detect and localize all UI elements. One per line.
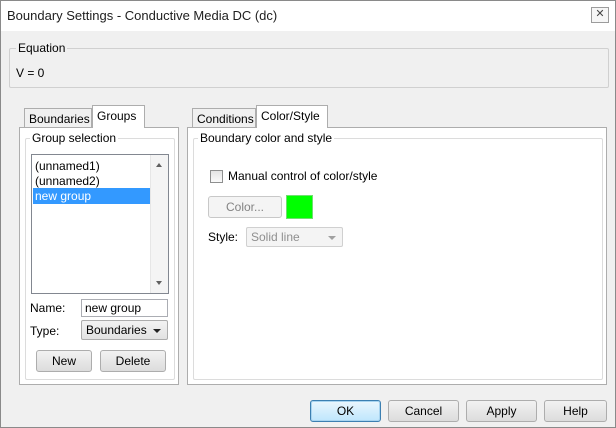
boundary-color-style-legend: Boundary color and style [198,131,335,145]
tab-groups[interactable]: Groups [92,105,145,128]
color-style-panel: Boundary color and style Manual control … [187,127,607,385]
type-select-value: Boundaries [86,323,147,337]
close-icon[interactable]: ✕ [591,7,609,23]
tab-color-style-label: Color/Style [261,109,320,123]
type-label: Type: [30,324,60,338]
delete-button[interactable]: Delete [100,350,166,372]
list-scrollbar[interactable] [150,155,168,293]
chevron-down-icon [153,329,161,333]
cancel-button[interactable]: Cancel [388,400,459,422]
manual-control-checkbox[interactable] [210,170,223,183]
equation-text: V = 0 [16,66,45,80]
equation-group: Equation V = 0 [9,41,609,88]
color-button[interactable]: Color... [208,196,282,218]
tab-boundaries[interactable]: Boundaries [24,108,92,128]
style-select-value: Solid line [251,230,300,244]
apply-button[interactable]: Apply [466,400,537,422]
name-label: Name: [30,301,66,315]
groups-panel: Group selection (unnamed1) (unnamed2) ne… [19,127,179,385]
equation-legend: Equation [16,41,68,55]
color-swatch [286,195,313,219]
list-item[interactable]: new group [33,188,151,204]
tab-boundaries-label: Boundaries [29,112,90,126]
dialog-window: Boundary Settings - Conductive Media DC … [0,0,616,428]
style-label: Style: [208,230,239,244]
type-select[interactable]: Boundaries [81,320,168,340]
group-list[interactable]: (unnamed1) (unnamed2) new group [31,154,169,294]
new-button[interactable]: New [36,350,92,372]
scroll-down-arrow-icon[interactable] [156,281,162,285]
scroll-up-arrow-icon[interactable] [156,163,162,167]
tab-groups-label: Groups [97,109,137,123]
chevron-down-icon [328,236,336,240]
window-title: Boundary Settings - Conductive Media DC … [7,8,278,23]
name-field[interactable]: new group [81,299,168,317]
list-item[interactable]: (unnamed1) [33,158,151,174]
style-select[interactable]: Solid line [246,227,343,247]
tab-conditions[interactable]: Conditions [192,108,256,128]
ok-button[interactable]: OK [310,400,381,422]
help-button[interactable]: Help [544,400,607,422]
group-selection-legend: Group selection [30,131,119,145]
manual-control-label: Manual control of color/style [228,169,378,183]
title-bar: Boundary Settings - Conductive Media DC … [1,1,615,31]
list-item[interactable]: (unnamed2) [33,173,151,189]
tab-color-style[interactable]: Color/Style [256,105,328,128]
tab-conditions-label: Conditions [197,112,254,126]
